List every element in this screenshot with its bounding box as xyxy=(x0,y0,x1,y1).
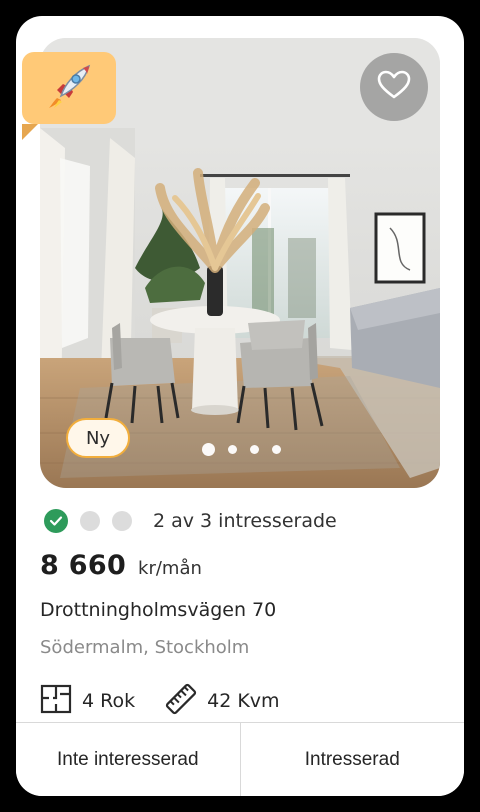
rooms-text: 4 Rok xyxy=(82,690,136,712)
promo-badge xyxy=(22,52,116,140)
interest-count-text: 2 av 3 intresserade xyxy=(153,510,337,532)
price-unit: kr/mån xyxy=(138,558,202,579)
favorite-button[interactable] xyxy=(360,53,428,121)
pending-dot xyxy=(80,511,100,531)
listing-area: Södermalm, Stockholm xyxy=(40,637,250,658)
pending-dot xyxy=(112,511,132,531)
interest-status: 2 av 3 intresserade xyxy=(44,507,337,535)
pagination-dot[interactable] xyxy=(271,444,281,454)
image-pagination xyxy=(0,442,480,456)
check-icon xyxy=(44,509,68,533)
size-text: 42 Kvm xyxy=(207,690,280,712)
action-bar: Inte interesserad Intresserad xyxy=(16,722,464,796)
pagination-dot[interactable] xyxy=(249,444,259,454)
ruler-icon xyxy=(165,683,197,719)
rooms-fact: 4 Rok xyxy=(40,684,135,718)
price-value: 8 660 xyxy=(40,550,127,581)
heart-icon xyxy=(377,70,411,104)
price: 8 660 kr/mån xyxy=(40,550,202,581)
floorplan-icon xyxy=(40,684,72,718)
interested-button[interactable]: Intresserad xyxy=(239,723,464,796)
listing-card[interactable]: Ny 2 av 3 intresserade 8 660 kr/mån Drot… xyxy=(16,16,464,796)
rocket-icon xyxy=(43,60,95,116)
listing-facts: 4 Rok 42 Kvm xyxy=(40,681,280,721)
listing-address: Drottningholmsvägen 70 xyxy=(40,599,277,621)
pagination-dot[interactable] xyxy=(201,442,215,456)
pagination-dot[interactable] xyxy=(227,444,237,454)
size-fact: 42 Kvm xyxy=(165,683,280,719)
not-interested-button[interactable]: Inte interesserad xyxy=(16,723,240,796)
